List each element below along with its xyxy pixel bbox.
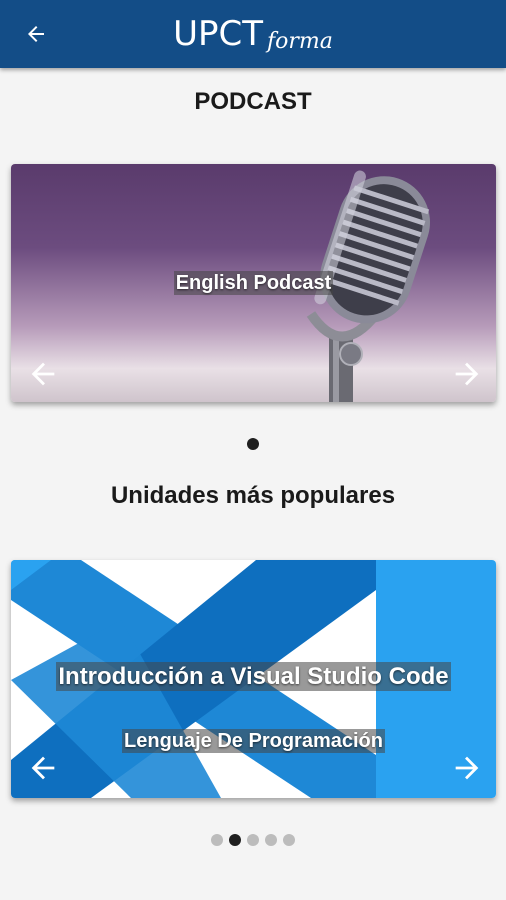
popular-carousel-card[interactable]: Introducción a Visual Studio Code Lengua…	[11, 560, 496, 798]
app-logo: UPCT forma	[0, 0, 506, 68]
podcast-caption-text: English Podcast	[173, 271, 334, 295]
popular-prev-button[interactable]	[23, 748, 63, 788]
podcast-section-title: PODCAST	[194, 88, 312, 115]
popular-section-title: Unidades más populares	[110, 482, 396, 509]
podcast-slide-caption: English Podcast	[11, 271, 496, 295]
carousel-dot[interactable]	[247, 834, 259, 846]
podcast-carousel-card[interactable]: English Podcast	[11, 164, 496, 402]
arrow-left-icon	[31, 756, 55, 780]
arrow-right-icon	[455, 362, 479, 386]
arrow-right-icon	[455, 756, 479, 780]
popular-title-text: Introducción a Visual Studio Code	[56, 662, 451, 691]
popular-next-button[interactable]	[447, 748, 487, 788]
carousel-dot[interactable]	[247, 438, 259, 450]
carousel-dot[interactable]	[283, 834, 295, 846]
podcast-prev-button[interactable]	[23, 354, 63, 394]
carousel-dot[interactable]	[265, 834, 277, 846]
logo-sub-text: forma	[267, 28, 333, 54]
popular-slide-title: Introducción a Visual Studio Code	[11, 662, 496, 691]
podcast-carousel-indicator	[0, 438, 506, 450]
carousel-dot[interactable]	[229, 834, 241, 846]
arrow-left-icon	[31, 362, 55, 386]
logo-main-text: UPCT	[173, 14, 263, 54]
podcast-next-button[interactable]	[447, 354, 487, 394]
popular-subtitle-text: Lenguaje De Programación	[122, 729, 385, 753]
popular-carousel-indicator	[0, 834, 506, 846]
app-bar: UPCT forma	[0, 0, 506, 68]
popular-slide-subtitle: Lenguaje De Programación	[11, 729, 496, 753]
carousel-dot[interactable]	[211, 834, 223, 846]
